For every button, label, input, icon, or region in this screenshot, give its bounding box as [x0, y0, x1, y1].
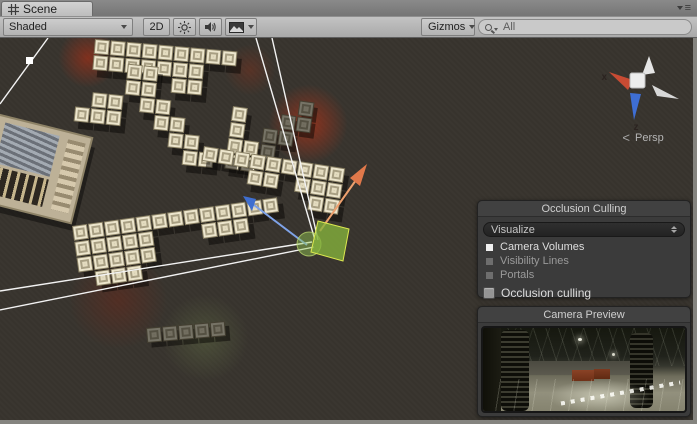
x-axis-arrow-cone [350, 164, 367, 186]
lighting-toggle-button[interactable] [173, 18, 196, 36]
check-visibility-lines[interactable]: Visibility Lines [478, 254, 690, 268]
chevron-down-icon [676, 6, 683, 10]
z-axis-arrow-cone [243, 196, 256, 211]
occlusion-culling-toggle[interactable]: Occlusion culling [478, 282, 690, 300]
checkbox-icon [486, 243, 493, 251]
camera-preview-panel: Camera Preview [477, 306, 691, 417]
hamburger-icon: ≡ [684, 2, 691, 14]
search-input[interactable]: All [478, 19, 692, 35]
window-edge [693, 38, 697, 424]
gizmos-label: Gizmos [428, 21, 466, 33]
2d-toggle-button[interactable]: 2D [143, 18, 170, 36]
checkbox-icon [486, 271, 493, 279]
check-label: Camera Volumes [500, 241, 585, 253]
effects-dropdown-button[interactable] [225, 18, 257, 36]
window-edge [0, 420, 697, 424]
updown-arrows-icon [671, 226, 677, 233]
check-label: Visibility Lines [500, 255, 569, 267]
axis-gizmo-z-cone [630, 93, 641, 120]
visualize-mode-dropdown[interactable]: Visualize [483, 222, 685, 237]
frustum-line [255, 38, 316, 241]
shading-mode-dropdown[interactable]: Shaded [3, 18, 133, 36]
sun-icon [178, 20, 191, 34]
checkbox-icon [483, 287, 495, 299]
magnifier-icon [485, 23, 492, 31]
camera-preview-title: Camera Preview [478, 307, 690, 323]
frustum-line [0, 38, 49, 105]
tab-bar: Scene ≡ [0, 0, 697, 16]
tab-scene-label: Scene [23, 2, 58, 16]
occlusion-culling-panel: Occlusion Culling Visualize Camera Volum… [477, 200, 691, 300]
frustum-line [0, 241, 313, 292]
speaker-icon [205, 22, 216, 32]
camera-preview-image [481, 326, 687, 413]
shading-mode-label: Shaded [9, 21, 47, 33]
chevron-down-icon [121, 25, 127, 29]
scene-toolbar: Shaded 2D Gizmos All [0, 16, 697, 38]
checkbox-icon [486, 257, 493, 265]
search-value: All [503, 21, 516, 33]
visualize-mode-value: Visualize [491, 223, 535, 236]
persp-label: Persp [635, 132, 664, 144]
frustum-vertex-node [26, 57, 33, 64]
frustum-line [271, 38, 319, 241]
axis-gizmo-x-cone [609, 72, 633, 90]
check-label: Portals [500, 269, 535, 281]
axis-gizmo-side-cone [652, 85, 679, 99]
persp-arrow: < [622, 130, 630, 145]
frustum-line [0, 246, 315, 311]
window-menu-icon[interactable]: ≡ [676, 2, 691, 14]
occlusion-panel-title: Occlusion Culling [478, 201, 690, 217]
2d-label: 2D [149, 21, 164, 33]
image-icon [228, 21, 244, 33]
xz-plane-handle [310, 220, 350, 262]
axis-gizmo-y-cone [642, 56, 655, 75]
gizmos-dropdown[interactable]: Gizmos [421, 18, 476, 36]
check-portals[interactable]: Portals [478, 268, 690, 282]
grid-icon [8, 3, 19, 15]
check-camera-volumes[interactable]: Camera Volumes [478, 240, 690, 254]
tab-scene[interactable]: Scene [1, 1, 93, 16]
axis-gizmo-cube [629, 72, 646, 89]
chevron-down-icon [247, 25, 254, 29]
axis-x-label: x [601, 72, 607, 83]
ceiling-lamp [577, 337, 582, 341]
search-filter-chevron-icon [494, 28, 498, 31]
chevron-down-icon [469, 25, 476, 29]
audio-toggle-button[interactable] [199, 18, 222, 36]
toggle-label: Occlusion culling [501, 286, 592, 300]
